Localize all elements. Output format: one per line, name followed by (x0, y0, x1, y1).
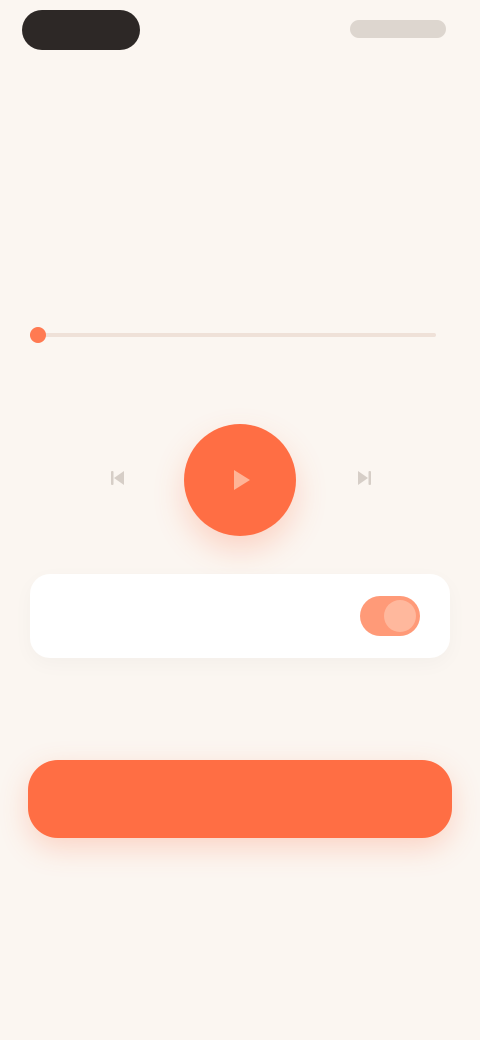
play-icon (234, 470, 250, 490)
play-button[interactable] (184, 424, 296, 536)
progress-slider[interactable] (30, 327, 436, 343)
status-bar-pill (22, 10, 140, 50)
progress-thumb[interactable] (30, 327, 47, 343)
skip-forward-icon (358, 471, 371, 485)
option-toggle[interactable] (360, 596, 420, 636)
skip-forward-button[interactable] (344, 458, 384, 498)
skip-back-button[interactable] (98, 458, 138, 498)
option-card[interactable] (30, 574, 450, 658)
status-bar-indicators (350, 20, 446, 38)
toggle-knob (384, 600, 416, 632)
primary-button[interactable] (28, 760, 452, 838)
skip-back-icon (111, 471, 124, 485)
